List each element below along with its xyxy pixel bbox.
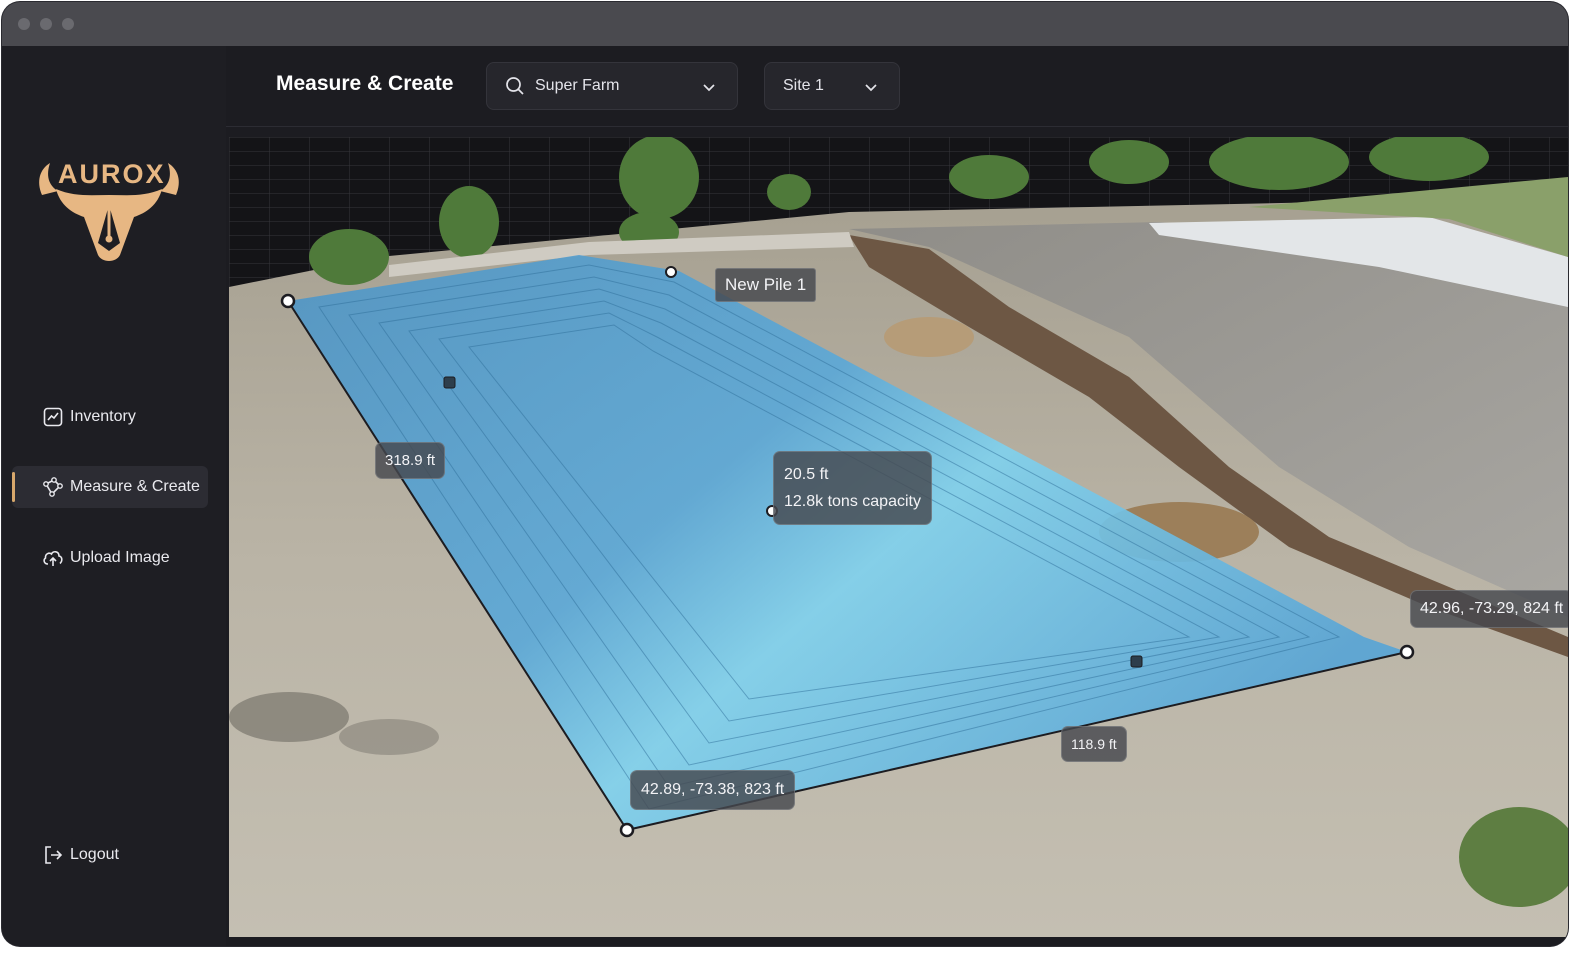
minimize-window-dot[interactable] [40,18,52,30]
logout-label: Logout [70,846,119,863]
sidebar: AUROX Inventory Measure & Create Upload … [2,46,226,946]
sidebar-item-measure-create[interactable]: Measure & Create [12,466,208,508]
logout-icon [42,844,64,866]
page-title: Measure & Create [276,72,454,95]
coordinate-label-right: 42.96, -73.29, 824 ft [1410,590,1568,628]
sidebar-item-label: Inventory [70,408,136,425]
main-panel: Measure & Create Super Farm Site 1 New P… [226,46,1568,946]
3d-viewport[interactable]: New Pile 1 318.9 ft 20.5 ft 12.8k tons c… [229,137,1568,937]
cloud-upload-icon [42,547,64,569]
site-select-value: Site 1 [783,77,824,94]
chevron-down-icon [863,79,879,95]
farm-select[interactable]: Super Farm [486,62,738,110]
window-titlebar [2,2,1568,46]
farm-select-value: Super Farm [535,77,620,94]
terrain-scene [229,137,1568,937]
node-shape-icon [42,476,64,498]
volume-info-label: 20.5 ft 12.8k tons capacity [773,451,932,525]
sidebar-item-inventory[interactable]: Inventory [12,396,208,438]
active-indicator [12,472,15,502]
brand-name: AUROX [58,159,166,189]
page-header: Measure & Create Super Farm Site 1 [226,46,1568,127]
app-window: AUROX Inventory Measure & Create Upload … [2,2,1568,946]
width-dimension-label: 118.9 ft [1061,726,1127,762]
aurox-logo: AUROX [34,151,184,271]
sidebar-item-label: Upload Image [70,549,170,566]
site-select[interactable]: Site 1 [764,62,900,110]
sidebar-item-label: Measure & Create [70,478,200,495]
chevron-down-icon [701,79,717,95]
sidebar-item-upload-image[interactable]: Upload Image [12,537,208,579]
logout-button[interactable]: Logout [12,834,208,876]
coordinate-label-bottom-left: 42.89, -73.38, 823 ft [630,770,796,810]
chart-icon [42,406,64,428]
maximize-window-dot[interactable] [62,18,74,30]
height-value: 20.5 ft [784,466,829,483]
pile-name-label[interactable]: New Pile 1 [715,268,817,302]
length-dimension-label: 318.9 ft [375,442,446,479]
capacity-value: 12.8k tons capacity [784,493,921,510]
search-icon [505,76,525,96]
close-window-dot[interactable] [18,18,30,30]
